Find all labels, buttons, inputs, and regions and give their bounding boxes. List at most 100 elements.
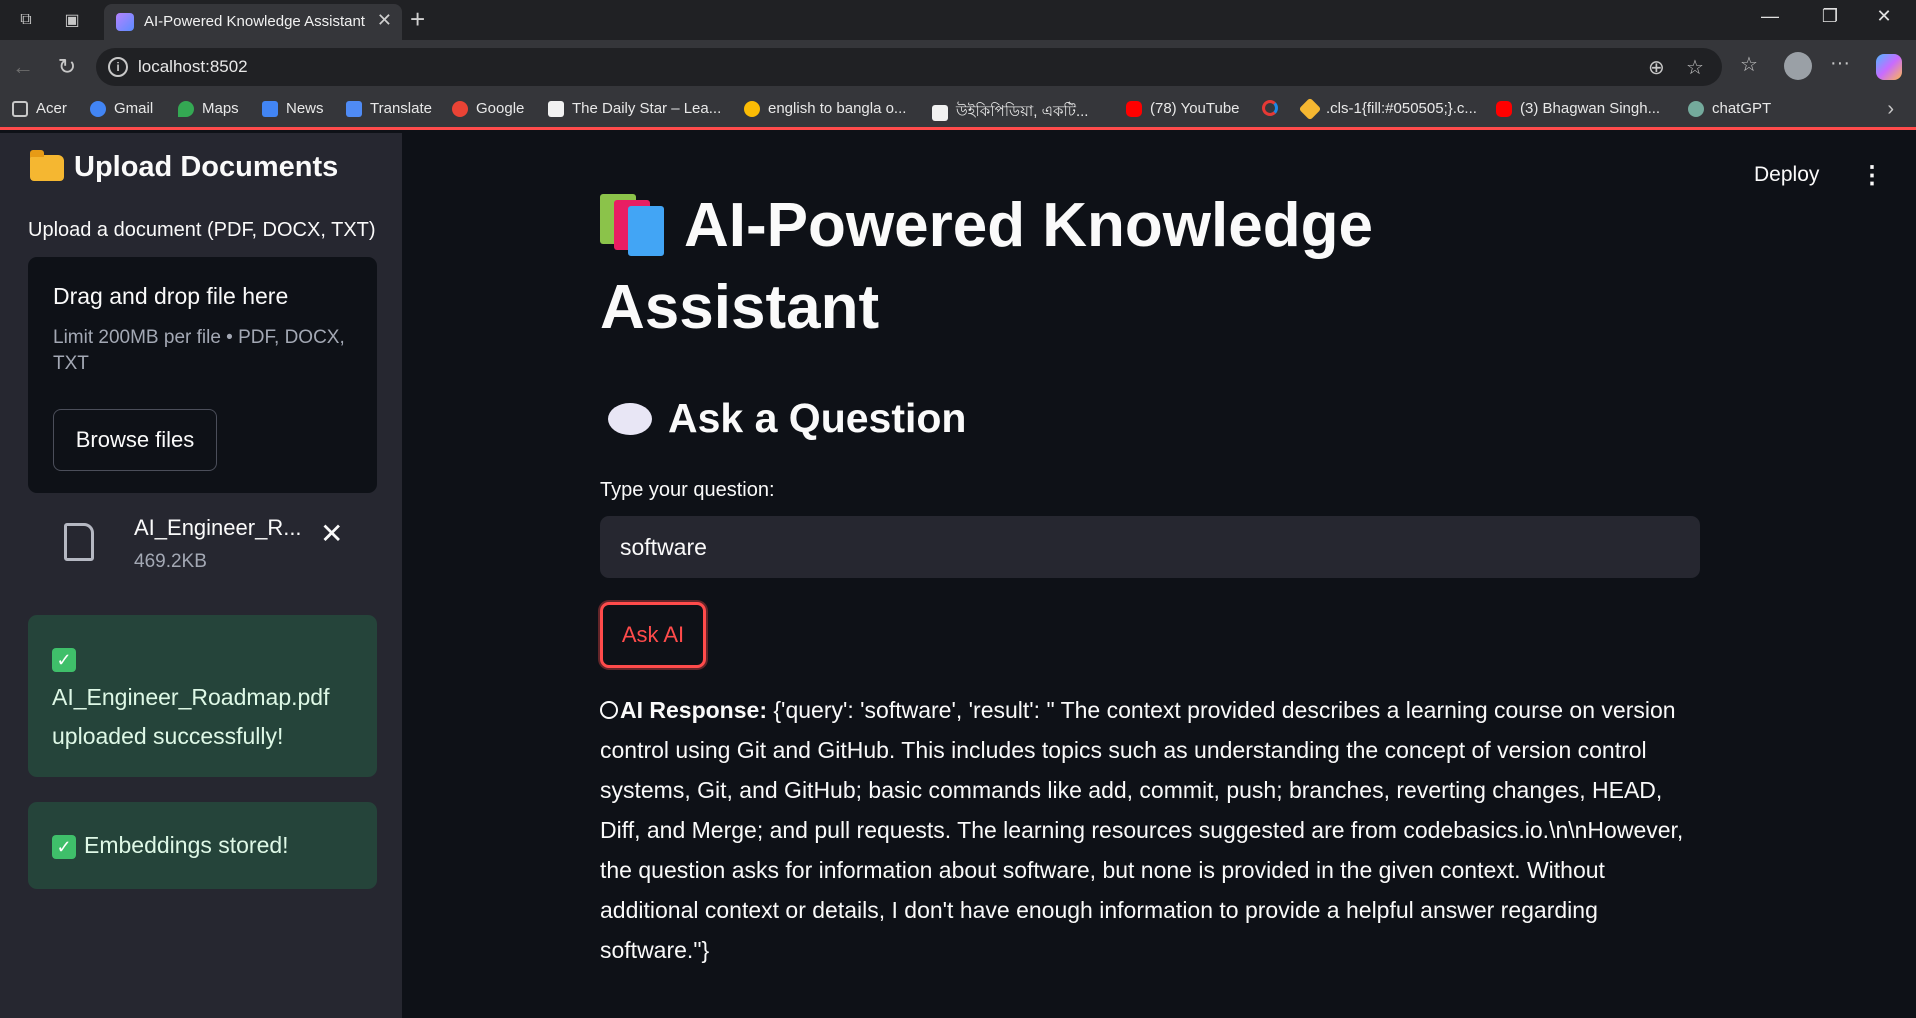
google-icon: [452, 100, 468, 117]
profile-avatar[interactable]: [1784, 52, 1812, 80]
uploader-label: Upload a document (PDF, DOCX, TXT): [28, 219, 376, 241]
bookmark-wikipedia[interactable]: উইকিপিডিয়া, একটি...: [932, 100, 1088, 125]
bookmarks-bar: Acer Gmail Maps News Translate Google Th…: [0, 94, 1916, 130]
bookmark-label: (3) Bhagwan Singh...: [1520, 100, 1661, 117]
bookmark-translate[interactable]: Translate: [346, 100, 432, 117]
address-toolbar: ← ↻ i localhost:8502 ⊕ ☆ ☆ ···: [0, 40, 1916, 94]
bookmark-label: Acer: [36, 100, 67, 117]
browser-tab-bar: ⧉ ▣ AI-Powered Knowledge Assistant ✕ + —…: [0, 0, 1916, 40]
bookmark-cls[interactable]: .cls-1{fill:#050505;}.c...: [1298, 97, 1477, 120]
bookmark-label: english to bangla o...: [768, 100, 907, 117]
response-label: AI Response:: [620, 697, 767, 723]
bookmark-label: (78) YouTube: [1150, 100, 1240, 117]
news-icon: [262, 100, 278, 117]
google-icon: [90, 100, 106, 117]
question-label: Type your question:: [600, 479, 775, 501]
bookmark-english-bangla[interactable]: english to bangla o...: [744, 100, 906, 117]
bookmark-gmail[interactable]: Gmail: [90, 100, 153, 117]
upload-success-alert: ✓ AI_Engineer_Roadmap.pdf uploaded succe…: [28, 615, 377, 777]
address-bar[interactable]: i localhost:8502 ⊕ ☆: [96, 48, 1722, 86]
favorite-star-icon[interactable]: ☆: [1686, 55, 1704, 80]
bookmark-youtube[interactable]: (78) YouTube: [1126, 100, 1240, 117]
youtube-icon: [1126, 100, 1142, 117]
bookmark-news[interactable]: News: [262, 100, 324, 117]
bookmark-label: News: [286, 100, 324, 117]
bookmark-label: Google: [476, 100, 525, 117]
bookmark-label: The Daily Star – Lea...: [572, 100, 722, 117]
deploy-button[interactable]: Deploy: [1754, 163, 1819, 187]
dropzone-title: Drag and drop file here: [53, 283, 289, 309]
upload-success-text: AI_Engineer_Roadmap.pdf uploaded success…: [52, 684, 330, 749]
page-title: AI-Powered Knowledge Assistant: [600, 185, 1500, 349]
speech-bubble-icon: [608, 402, 652, 435]
sidebar-title: Upload Documents: [30, 149, 339, 184]
youtube-icon: [1496, 100, 1512, 117]
main-menu-icon[interactable]: ⋮: [1860, 161, 1884, 190]
document-icon: [64, 523, 94, 561]
close-tab-icon[interactable]: ✕: [377, 10, 392, 31]
bookmark-bhagwan[interactable]: (3) Bhagwan Singh...: [1496, 100, 1660, 117]
chatgpt-icon: [1688, 100, 1704, 117]
response-text: {'query': 'software', 'result': " The co…: [600, 697, 1684, 963]
svg-file-icon: [1298, 97, 1322, 120]
question-input[interactable]: [600, 516, 1700, 578]
maps-icon: [178, 100, 194, 117]
sidebar-title-text: Upload Documents: [74, 151, 339, 183]
bookmark-label: উইকিপিডিয়া, একটি...: [956, 103, 1089, 120]
ai-response: AI Response: {'query': 'software', 'resu…: [600, 690, 1708, 970]
back-icon[interactable]: ←: [8, 52, 38, 82]
site-info-icon[interactable]: i: [108, 57, 128, 77]
favorites-icon[interactable]: ☆: [1740, 52, 1758, 77]
bookmark-daily-star[interactable]: The Daily Star – Lea...: [548, 100, 721, 117]
sidebar: Upload Documents Upload a document (PDF,…: [0, 133, 402, 1018]
browse-files-button[interactable]: Browse files: [53, 409, 217, 471]
uploaded-file-item: AI_Engineer_R... 469.2KB ✕: [28, 509, 377, 583]
robot-icon: [600, 701, 618, 719]
folder-icon: [12, 100, 28, 117]
uploaded-file-name: AI_Engineer_R...: [134, 515, 302, 540]
bookmark-chatgpt[interactable]: chatGPT: [1688, 100, 1771, 117]
workspaces-icon[interactable]: ⧉: [14, 8, 38, 32]
bookmarks-overflow-chevron-icon[interactable]: ›: [1887, 98, 1894, 121]
check-icon: ✓: [52, 834, 76, 859]
file-dropzone[interactable]: Drag and drop file here Limit 200MB per …: [28, 257, 377, 493]
section-title-text: Ask a Question: [668, 395, 967, 441]
restore-icon[interactable]: ❐: [1810, 6, 1850, 27]
bookmark-unnamed[interactable]: [1262, 100, 1278, 116]
translate-icon: [346, 100, 362, 117]
window-close-icon[interactable]: ✕: [1864, 6, 1904, 27]
bookmark-label: Translate: [370, 100, 432, 117]
bookmark-label: chatGPT: [1712, 100, 1772, 117]
uploaded-file-size: 469.2KB: [134, 551, 207, 572]
main-content: Deploy ⋮ AI-Powered Knowledge Assistant …: [402, 133, 1916, 1018]
bookmark-label: Gmail: [114, 100, 154, 117]
books-icon: [600, 194, 670, 256]
tab-actions-icon[interactable]: ▣: [60, 8, 84, 32]
zoom-icon[interactable]: ⊕: [1648, 55, 1665, 80]
ask-ai-button[interactable]: Ask AI: [600, 602, 706, 668]
page-title-text: AI-Powered Knowledge Assistant: [600, 191, 1373, 342]
check-icon: ✓: [52, 647, 76, 672]
copilot-icon[interactable]: [1876, 54, 1902, 80]
remove-file-icon[interactable]: ✕: [320, 517, 343, 550]
streamlit-favicon-icon: [116, 13, 134, 31]
folder-icon: [30, 149, 64, 181]
daily-star-icon: [548, 100, 564, 117]
dropzone-limit: Limit 200MB per file • PDF, DOCX, TXT: [53, 327, 345, 374]
bookmark-acer[interactable]: Acer: [12, 100, 67, 117]
reload-icon[interactable]: ↻: [52, 52, 82, 82]
tab-title: AI-Powered Knowledge Assistant: [144, 13, 365, 30]
wikipedia-icon: [932, 104, 948, 121]
embeddings-success-alert: ✓ Embeddings stored!: [28, 802, 377, 889]
bookmark-maps[interactable]: Maps: [178, 100, 239, 117]
bookmark-google[interactable]: Google: [452, 100, 524, 117]
browser-tab-active[interactable]: AI-Powered Knowledge Assistant ✕: [104, 4, 402, 40]
bookmark-label: Maps: [202, 100, 239, 117]
more-menu-icon[interactable]: ···: [1830, 52, 1850, 75]
url-text[interactable]: localhost:8502: [138, 57, 248, 77]
new-tab-icon[interactable]: +: [410, 4, 425, 35]
refresh-red-icon: [1262, 100, 1278, 116]
google-icon: [744, 100, 760, 117]
embeddings-success-text: Embeddings stored!: [84, 832, 289, 858]
minimize-icon[interactable]: —: [1750, 6, 1790, 27]
